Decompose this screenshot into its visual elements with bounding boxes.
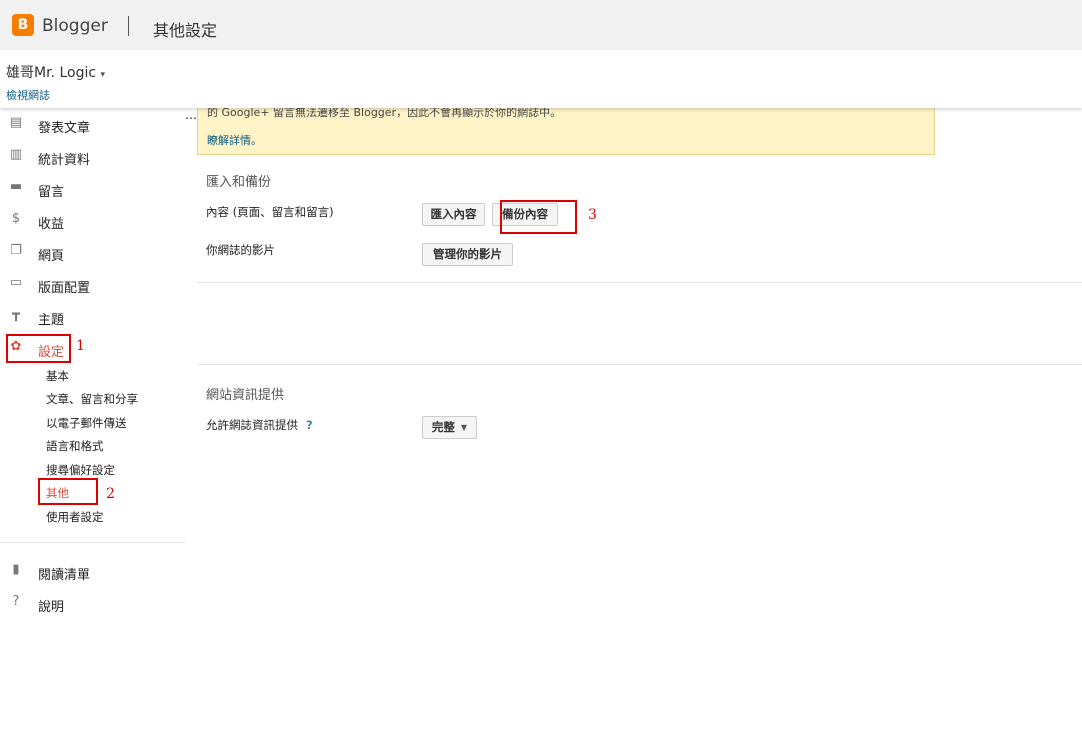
posts-icon: ▤ bbox=[9, 115, 23, 130]
learn-more-link[interactable]: 瞭解詳情。 bbox=[207, 132, 262, 148]
content-label: 內容 (頁面、留言和留言) bbox=[206, 205, 334, 219]
dollar-icon: $ bbox=[11, 211, 21, 226]
header-separator bbox=[128, 16, 129, 36]
annotation-box-backup bbox=[500, 200, 577, 234]
view-blog-link[interactable]: 檢視網誌 bbox=[6, 87, 50, 103]
section-title-site-feed: 網站資訊提供 bbox=[206, 388, 285, 403]
videos-label: 你網誌的影片 bbox=[206, 243, 275, 257]
chevron-down-icon: ▾ bbox=[100, 70, 106, 80]
sidebar-divider bbox=[0, 542, 185, 543]
page-title: 其他設定 bbox=[153, 21, 218, 40]
google-plus-notice: 的 Google+ 留言無法遷移至 Blogger，因此不會再顯示於你的網誌中。… bbox=[197, 106, 935, 155]
annotation-box-settings bbox=[6, 334, 71, 363]
paint-roller-icon: ┳ bbox=[12, 307, 20, 322]
section-title-import-backup: 匯入和備份 bbox=[206, 175, 272, 190]
sidebar-item-comments[interactable]: ▬ 留言 bbox=[0, 173, 185, 203]
blog-selector[interactable]: 雄哥Mr. Logic ▾ bbox=[6, 62, 105, 82]
sidebar-item-label: 說明 bbox=[38, 600, 65, 615]
select-value: 完整 bbox=[431, 420, 455, 434]
allow-feed-label-text: 允許網誌資訊提供 bbox=[206, 418, 298, 432]
bookmark-icon: ▮ bbox=[12, 562, 20, 577]
subnav-email[interactable]: 以電子郵件傳送 bbox=[46, 415, 127, 431]
sidebar-item-theme[interactable]: ┳ 主題 bbox=[0, 301, 185, 331]
subnav-language-formatting[interactable]: 語言和格式 bbox=[46, 438, 104, 454]
import-content-button[interactable]: 匯入內容 bbox=[422, 203, 485, 226]
allow-feed-select[interactable]: 完整 ▼ bbox=[422, 416, 477, 439]
sidebar-item-earnings[interactable]: $ 收益 bbox=[0, 205, 185, 235]
pages-icon: ❐ bbox=[10, 243, 22, 258]
stats-icon: ▥ bbox=[9, 147, 23, 162]
sidebar: ▤ 發表文章 ▥ 統計資料 ▬ 留言 $ 收益 ❐ 網頁 ▭ 版面配置 ┳ 主題 ✿ 設定 基本… bbox=[0, 108, 185, 730]
sidebar-item-label: 閱讀清單 bbox=[38, 568, 91, 583]
sidebar-item-label: 主題 bbox=[38, 313, 65, 328]
comments-icon: ▬ bbox=[9, 179, 23, 194]
blog-bar: 雄哥Mr. Logic ▾ 檢視網誌 bbox=[0, 50, 1082, 108]
brand-name[interactable]: Blogger bbox=[42, 16, 108, 36]
annotation-box-other bbox=[38, 478, 98, 505]
top-bar: B Blogger 其他設定 bbox=[0, 0, 1082, 50]
section-divider bbox=[197, 364, 1082, 365]
subnav-user-settings[interactable]: 使用者設定 bbox=[46, 509, 104, 525]
help-icon[interactable]: ? bbox=[306, 418, 313, 432]
sidebar-item-label: 網頁 bbox=[38, 249, 65, 264]
allow-feed-label: 允許網誌資訊提供? bbox=[206, 417, 313, 433]
chevron-down-icon: ▼ bbox=[460, 423, 468, 432]
main-content: 的 Google+ 留言無法遷移至 Blogger，因此不會再顯示於你的網誌中。… bbox=[185, 106, 1082, 730]
subnav-search-preferences[interactable]: 搜尋偏好設定 bbox=[46, 462, 115, 478]
blogger-logo-icon[interactable]: B bbox=[12, 14, 34, 36]
sidebar-item-stats[interactable]: ▥ 統計資料 bbox=[0, 141, 185, 171]
sidebar-item-label: 版面配置 bbox=[38, 281, 91, 296]
sidebar-item-reading-list[interactable]: ▮ 閱讀清單 bbox=[0, 556, 185, 586]
sidebar-item-label: 收益 bbox=[38, 217, 65, 232]
annotation-number: 1 bbox=[76, 338, 85, 354]
subnav-basic[interactable]: 基本 bbox=[46, 368, 69, 384]
section-divider bbox=[197, 282, 1082, 283]
sidebar-item-label: 留言 bbox=[38, 185, 65, 200]
subnav-posts-comments-sharing[interactable]: 文章、留言和分享 bbox=[46, 391, 138, 407]
sidebar-item-help[interactable]: ? 說明 bbox=[0, 588, 185, 618]
manage-videos-button[interactable]: 管理你的影片 bbox=[422, 243, 513, 266]
sidebar-item-posts[interactable]: ▤ 發表文章 bbox=[0, 109, 185, 139]
layout-icon: ▭ bbox=[9, 275, 23, 290]
sidebar-item-pages[interactable]: ❐ 網頁 bbox=[0, 237, 185, 267]
sidebar-item-label: 發表文章 bbox=[38, 121, 91, 136]
blog-name: 雄哥Mr. Logic bbox=[6, 65, 97, 81]
annotation-number: 2 bbox=[106, 486, 115, 502]
sidebar-item-label: 統計資料 bbox=[38, 153, 91, 168]
sidebar-item-layout[interactable]: ▭ 版面配置 bbox=[0, 269, 185, 299]
help-icon: ? bbox=[12, 594, 20, 609]
